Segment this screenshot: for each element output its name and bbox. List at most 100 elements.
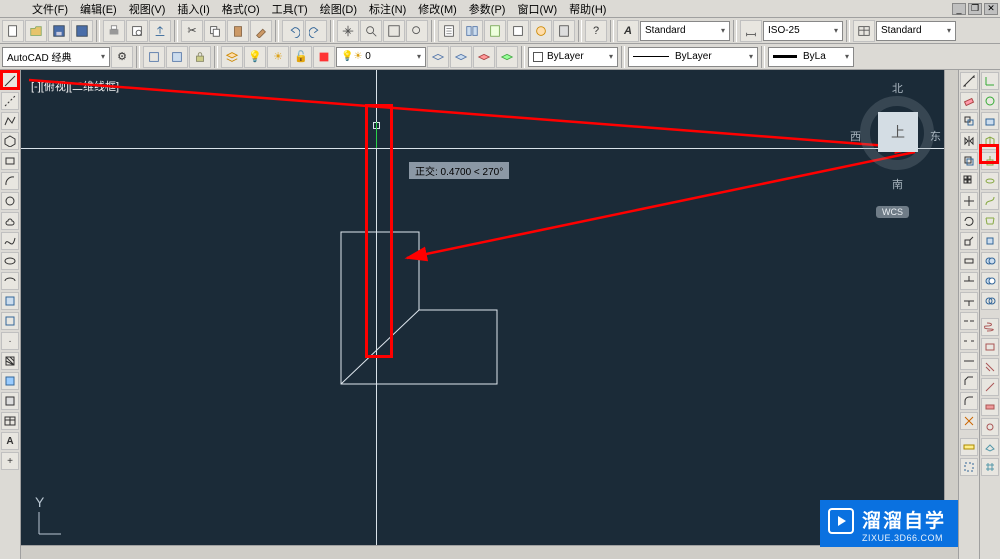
saveas-icon[interactable] — [71, 20, 93, 42]
extend-icon[interactable] — [960, 292, 978, 310]
stretch-icon[interactable] — [960, 252, 978, 270]
loft-icon[interactable] — [981, 212, 999, 230]
menu-modify[interactable]: 修改(M) — [412, 0, 463, 17]
sheet-set-icon[interactable] — [507, 20, 529, 42]
layer-props-icon[interactable] — [221, 46, 243, 68]
mirror-icon[interactable] — [960, 132, 978, 150]
revolve-icon[interactable] — [981, 172, 999, 190]
spline-icon[interactable] — [1, 232, 19, 250]
undo-icon[interactable] — [282, 20, 304, 42]
menu-dimension[interactable]: 标注(N) — [363, 0, 412, 17]
menu-insert[interactable]: 插入(I) — [171, 0, 215, 17]
table-style-dropdown[interactable]: Standard▾ — [876, 21, 956, 41]
text-style-dropdown[interactable]: Standard▾ — [640, 21, 730, 41]
print-icon[interactable] — [103, 20, 125, 42]
intersect-icon[interactable] — [981, 292, 999, 310]
section-icon[interactable] — [981, 358, 999, 376]
lock-ui-icon[interactable] — [189, 46, 211, 68]
tool-palettes-icon[interactable] — [484, 20, 506, 42]
minimize-button[interactable]: _ — [952, 3, 966, 15]
circle-icon[interactable] — [1, 192, 19, 210]
color-combo[interactable]: ByLayer▾ — [528, 47, 618, 67]
measure-icon[interactable] — [960, 438, 978, 456]
qcalc-icon[interactable] — [553, 20, 575, 42]
save-icon[interactable] — [48, 20, 70, 42]
insert-block-icon[interactable] — [1, 292, 19, 310]
ellipse-arc-icon[interactable] — [1, 272, 19, 290]
layer-lock-icon[interactable]: 🔓 — [290, 46, 312, 68]
break-point-icon[interactable] — [960, 312, 978, 330]
bulb-icon[interactable]: 💡 — [244, 46, 266, 68]
cut-icon[interactable]: ✂ — [181, 20, 203, 42]
point-icon[interactable]: · — [1, 332, 19, 350]
break-icon[interactable] — [960, 332, 978, 350]
paste-icon[interactable] — [227, 20, 249, 42]
arc-icon[interactable] — [1, 172, 19, 190]
drawing-canvas[interactable]: [-][俯视][二维线框] 正交: 0.4700 < 270° — [21, 70, 958, 559]
layer-color-icon[interactable] — [313, 46, 335, 68]
viewcube-top-face[interactable]: 上 — [878, 112, 918, 152]
horizontal-scrollbar[interactable] — [21, 545, 958, 559]
rotate-icon[interactable] — [960, 212, 978, 230]
layer-tool-c-icon[interactable] — [473, 46, 495, 68]
region-icon[interactable] — [1, 392, 19, 410]
restore-button[interactable]: ❐ — [968, 3, 982, 15]
distance-icon[interactable] — [960, 72, 978, 90]
polysolid-icon[interactable] — [981, 338, 999, 356]
layer-tool-a-icon[interactable] — [427, 46, 449, 68]
explode-icon[interactable] — [960, 412, 978, 430]
menu-tools[interactable]: 工具(T) — [266, 0, 314, 17]
markup-icon[interactable] — [530, 20, 552, 42]
dim-style-dropdown[interactable]: ISO-25▾ — [763, 21, 843, 41]
viewport-label[interactable]: [-][俯视][二维线框] — [31, 78, 119, 94]
extrude-icon[interactable] — [981, 152, 999, 170]
chamfer-icon[interactable] — [960, 372, 978, 390]
visual-style-icon[interactable] — [981, 112, 999, 130]
menu-parametric[interactable]: 参数(P) — [463, 0, 512, 17]
qselect-icon[interactable] — [960, 458, 978, 476]
trim-icon[interactable] — [960, 272, 978, 290]
text-style-icon[interactable]: A — [617, 20, 639, 42]
union-icon[interactable] — [981, 252, 999, 270]
join-icon[interactable] — [960, 352, 978, 370]
publish-icon[interactable] — [149, 20, 171, 42]
vertical-scrollbar[interactable] — [944, 70, 958, 545]
properties-icon[interactable] — [438, 20, 460, 42]
open-file-icon[interactable] — [25, 20, 47, 42]
toggle-a-icon[interactable] — [143, 46, 165, 68]
menu-format[interactable]: 格式(O) — [216, 0, 266, 17]
layer-combo[interactable]: 💡☀ 0▾ — [336, 47, 426, 67]
menu-help[interactable]: 帮助(H) — [563, 0, 612, 17]
ucs-world-icon[interactable] — [981, 72, 999, 90]
move-icon[interactable] — [960, 192, 978, 210]
box-icon[interactable] — [981, 132, 999, 150]
layer-tool-b-icon[interactable] — [450, 46, 472, 68]
helix-icon[interactable] — [981, 318, 999, 336]
menu-window[interactable]: 窗口(W) — [511, 0, 563, 17]
lineweight-combo[interactable]: ByLa▾ — [768, 47, 854, 67]
new-file-icon[interactable] — [2, 20, 24, 42]
help-icon[interactable]: ? — [585, 20, 607, 42]
scale-icon[interactable] — [960, 232, 978, 250]
thicken-icon[interactable] — [981, 398, 999, 416]
polygon-icon[interactable] — [1, 132, 19, 150]
zoom-window-icon[interactable] — [360, 20, 382, 42]
offset-icon[interactable] — [960, 152, 978, 170]
ellipse-icon[interactable] — [1, 252, 19, 270]
polyline-icon[interactable] — [1, 112, 19, 130]
fillet-icon[interactable] — [960, 392, 978, 410]
layer-tool-d-icon[interactable] — [496, 46, 518, 68]
revcloud-icon[interactable] — [1, 212, 19, 230]
imprint-icon[interactable] — [981, 418, 999, 436]
erase-icon[interactable] — [960, 92, 978, 110]
workspace-dropdown[interactable]: AutoCAD 经典▾ — [2, 47, 110, 67]
line-icon[interactable] — [1, 72, 19, 90]
menu-file[interactable]: 文件(F) — [26, 0, 74, 17]
presspull-icon[interactable] — [981, 232, 999, 250]
match-props-icon[interactable] — [250, 20, 272, 42]
hatch-icon[interactable] — [1, 352, 19, 370]
array-icon[interactable] — [960, 172, 978, 190]
slice-icon[interactable] — [981, 378, 999, 396]
menu-view[interactable]: 视图(V) — [123, 0, 172, 17]
subtract-icon[interactable] — [981, 272, 999, 290]
